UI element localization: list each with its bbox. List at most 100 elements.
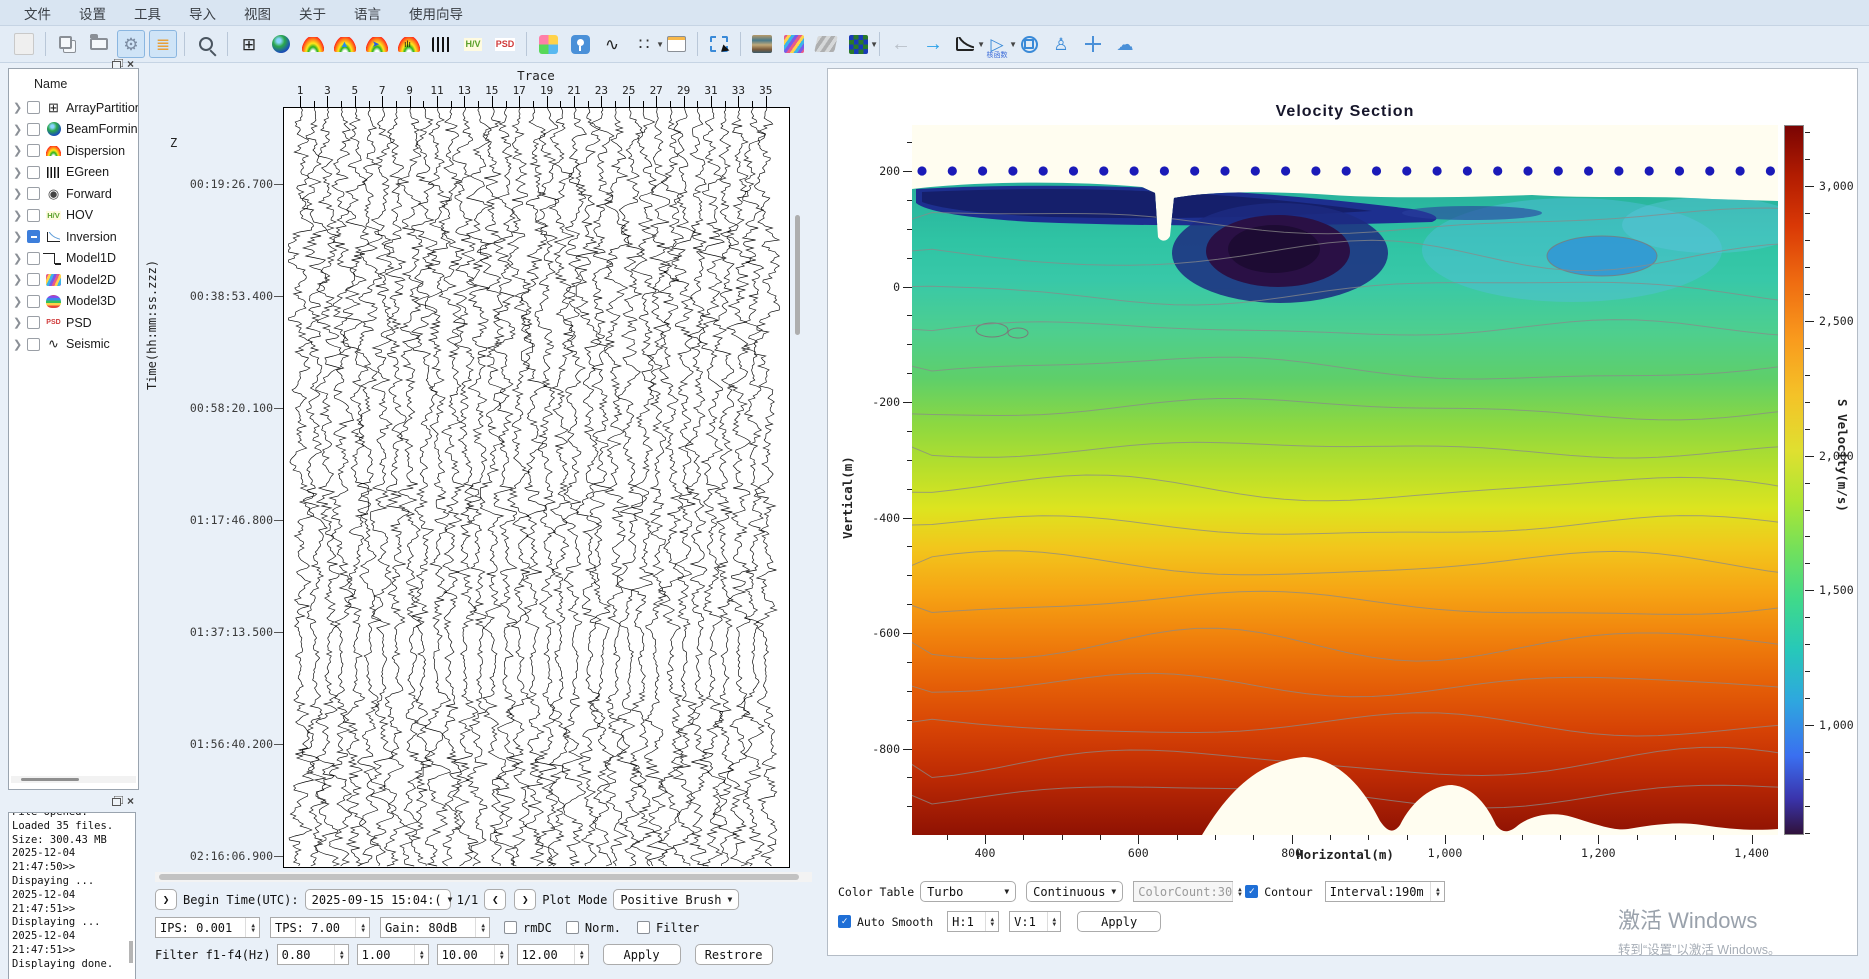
map-pin-icon[interactable] bbox=[566, 30, 594, 58]
velocity-plot[interactable] bbox=[912, 125, 1778, 835]
log-vscrollbar[interactable] bbox=[128, 813, 134, 978]
restore-button[interactable]: Restrore bbox=[695, 944, 773, 965]
search-wave-icon[interactable] bbox=[192, 30, 220, 58]
menu-item-7[interactable]: 使用向导 bbox=[395, 0, 477, 26]
menu-item-4[interactable]: 视图 bbox=[230, 0, 285, 26]
rainbow-wave-icon[interactable]: ılı bbox=[395, 30, 423, 58]
f4-spinbox[interactable]: 12.00▲▼ bbox=[517, 944, 589, 965]
seismic-hscrollbar[interactable] bbox=[155, 872, 812, 882]
menu-item-3[interactable]: 导入 bbox=[175, 0, 230, 26]
model1d-checkbox[interactable] bbox=[27, 252, 40, 265]
rainbow-extract-icon[interactable]: ➤ bbox=[363, 30, 391, 58]
expand-chevron-icon[interactable]: ❯ bbox=[13, 252, 25, 265]
psd-icon[interactable]: PSD bbox=[491, 30, 519, 58]
expand-chevron-icon[interactable]: ❯ bbox=[13, 187, 25, 200]
export-window-icon[interactable] bbox=[53, 30, 81, 58]
seismic-wave-icon[interactable]: ∿ bbox=[598, 30, 626, 58]
beamforming-globe-icon[interactable] bbox=[267, 30, 295, 58]
expand-chevron-icon[interactable]: ❯ bbox=[13, 295, 25, 308]
velocity-apply-button[interactable]: Apply bbox=[1077, 911, 1161, 932]
inversion-checkbox[interactable] bbox=[27, 230, 40, 243]
color-grid-icon[interactable] bbox=[534, 30, 562, 58]
float-log-icon[interactable] bbox=[112, 798, 121, 806]
sidebar-item-forward[interactable]: ❯◉Forward bbox=[9, 183, 138, 205]
sidebar-item-model3d[interactable]: ❯Model3D bbox=[9, 291, 138, 313]
color-table-combobox[interactable]: Turbo▼ bbox=[920, 881, 1016, 902]
seismic-vscrollbar[interactable] bbox=[793, 107, 802, 868]
contour-checkbox[interactable]: ✓Contour bbox=[1245, 885, 1312, 899]
close-log-icon[interactable]: × bbox=[127, 795, 134, 807]
egreen-checkbox[interactable] bbox=[27, 166, 40, 179]
sidebar-item-model1d[interactable]: ❯Model1D bbox=[9, 248, 138, 270]
expand-controls-button[interactable]: ❯ bbox=[155, 889, 177, 910]
select-rect-icon[interactable] bbox=[705, 30, 733, 58]
sidebar-hscrollbar[interactable] bbox=[11, 776, 136, 783]
layers-grey-icon[interactable] bbox=[812, 30, 840, 58]
norm-checkbox[interactable]: Norm. bbox=[566, 921, 621, 935]
hv-icon[interactable]: H/V bbox=[459, 30, 487, 58]
menu-item-5[interactable]: 关于 bbox=[285, 0, 340, 26]
f2-spinbox[interactable]: 1.00▲▼ bbox=[357, 944, 429, 965]
rmdc-checkbox[interactable]: rmDC bbox=[504, 921, 552, 935]
hov-checkbox[interactable] bbox=[27, 209, 40, 222]
menu-item-6[interactable]: 语言 bbox=[340, 0, 395, 26]
tps-spinbox[interactable]: TPS: 7.00▲▼ bbox=[270, 917, 370, 938]
forward-checkbox[interactable] bbox=[27, 187, 40, 200]
run-kernel-icon[interactable]: ▷▼核函数 bbox=[983, 30, 1011, 58]
rainbow-pick-icon[interactable]: ▲ bbox=[331, 30, 359, 58]
forward-arrow-icon[interactable]: → bbox=[919, 30, 947, 58]
sidebar-item-inversion[interactable]: ❯Inversion bbox=[9, 226, 138, 248]
arraypartition-checkbox[interactable] bbox=[27, 101, 40, 114]
v-smooth-spinbox[interactable]: V:1▲▼ bbox=[1009, 911, 1061, 932]
expand-chevron-icon[interactable]: ❯ bbox=[13, 338, 25, 351]
cloud-icon[interactable]: ☁ bbox=[1111, 30, 1139, 58]
interval-spinbox[interactable]: Interval:190m▲▼ bbox=[1325, 881, 1445, 902]
f3-spinbox[interactable]: 10.00▲▼ bbox=[437, 944, 509, 965]
back-arrow-icon[interactable]: ← bbox=[887, 30, 915, 58]
beamforming-checkbox[interactable] bbox=[27, 123, 40, 136]
dispersion-checkbox[interactable] bbox=[27, 144, 40, 157]
egreen-bars-icon[interactable] bbox=[427, 30, 455, 58]
expand-chevron-icon[interactable]: ❯ bbox=[13, 230, 25, 243]
texture-section-icon[interactable] bbox=[748, 30, 776, 58]
sidebar-item-dispersion[interactable]: ❯Dispersion bbox=[9, 140, 138, 162]
auto-smooth-checkbox[interactable]: ✓Auto Smooth bbox=[838, 915, 933, 929]
expand-chevron-icon[interactable]: ❯ bbox=[13, 123, 25, 136]
curve-fit-icon[interactable]: ▼ bbox=[951, 30, 979, 58]
expand-chevron-icon[interactable]: ❯ bbox=[13, 101, 25, 114]
prev-page-button[interactable]: ❮ bbox=[484, 889, 506, 910]
expand-chevron-icon[interactable]: ❯ bbox=[13, 144, 25, 157]
model3d-checkbox[interactable] bbox=[27, 295, 40, 308]
filter-checkbox[interactable]: Filter bbox=[637, 921, 699, 935]
plot-mode-combobox[interactable]: Positive Brush▼ bbox=[613, 889, 739, 910]
begin-time-combobox[interactable]: 2025-09-15 15:04:(▼ bbox=[305, 889, 451, 910]
open-folder-icon[interactable] bbox=[85, 30, 113, 58]
person-icon[interactable]: ♙ bbox=[1047, 30, 1075, 58]
sidebar-item-psd[interactable]: ❯PSDPSD bbox=[9, 312, 138, 334]
expand-chevron-icon[interactable]: ❯ bbox=[13, 316, 25, 329]
stop-circle-icon[interactable] bbox=[1015, 30, 1043, 58]
dispersion-rainbow-icon[interactable] bbox=[299, 30, 327, 58]
gain-spinbox[interactable]: Gain: 80dB▲▼ bbox=[380, 917, 490, 938]
move-icon[interactable] bbox=[1079, 30, 1107, 58]
menu-item-2[interactable]: 工具 bbox=[120, 0, 175, 26]
psd-checkbox[interactable] bbox=[27, 316, 40, 329]
menu-item-0[interactable]: 文件 bbox=[10, 0, 65, 26]
model2d-checkbox[interactable] bbox=[27, 273, 40, 286]
layout-grid-icon[interactable]: ∷▼ bbox=[630, 30, 658, 58]
sidebar-item-seismic[interactable]: ❯∿Seismic bbox=[9, 334, 138, 356]
seismic-waveform-plot[interactable] bbox=[283, 107, 790, 868]
window-icon[interactable] bbox=[662, 30, 690, 58]
expand-chevron-icon[interactable]: ❯ bbox=[13, 166, 25, 179]
new-file-icon[interactable] bbox=[10, 30, 38, 58]
sidebar-item-arraypartition[interactable]: ❯⊞ArrayPartition bbox=[9, 97, 138, 119]
ips-spinbox[interactable]: IPS: 0.001▲▼ bbox=[155, 917, 260, 938]
seismic-checkbox[interactable] bbox=[27, 338, 40, 351]
layers-color-icon[interactable] bbox=[780, 30, 808, 58]
sidebar-item-hov[interactable]: ❯H/VHOV bbox=[9, 205, 138, 227]
expand-chevron-icon[interactable]: ❯ bbox=[13, 273, 25, 286]
menu-item-1[interactable]: 设置 bbox=[65, 0, 120, 26]
sidebar-item-beamforming[interactable]: ❯BeamForming bbox=[9, 119, 138, 141]
apply-button[interactable]: Apply bbox=[603, 944, 681, 965]
settings-wrench-icon[interactable]: ⚙ bbox=[117, 30, 145, 58]
